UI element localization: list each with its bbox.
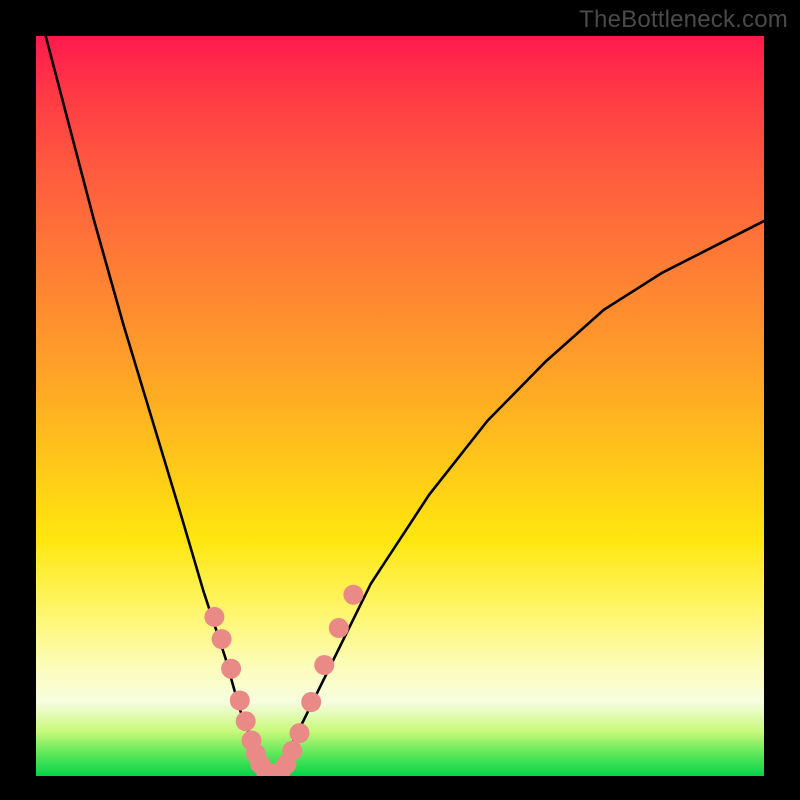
sample-point (236, 711, 256, 731)
chart-svg (36, 36, 764, 776)
sample-point (230, 691, 250, 711)
plot-area (36, 36, 764, 776)
bottleneck-curve (36, 36, 764, 776)
sample-point (204, 607, 224, 627)
sample-point (301, 692, 321, 712)
watermark-text: TheBottleneck.com (579, 6, 788, 34)
sample-point-markers (204, 585, 363, 776)
sample-point (329, 618, 349, 638)
sample-point (343, 585, 363, 605)
sample-point (221, 659, 241, 679)
sample-point (212, 629, 232, 649)
sample-point (290, 723, 310, 743)
chart-frame: TheBottleneck.com (0, 0, 800, 800)
sample-point (314, 655, 334, 675)
sample-point (282, 741, 302, 761)
